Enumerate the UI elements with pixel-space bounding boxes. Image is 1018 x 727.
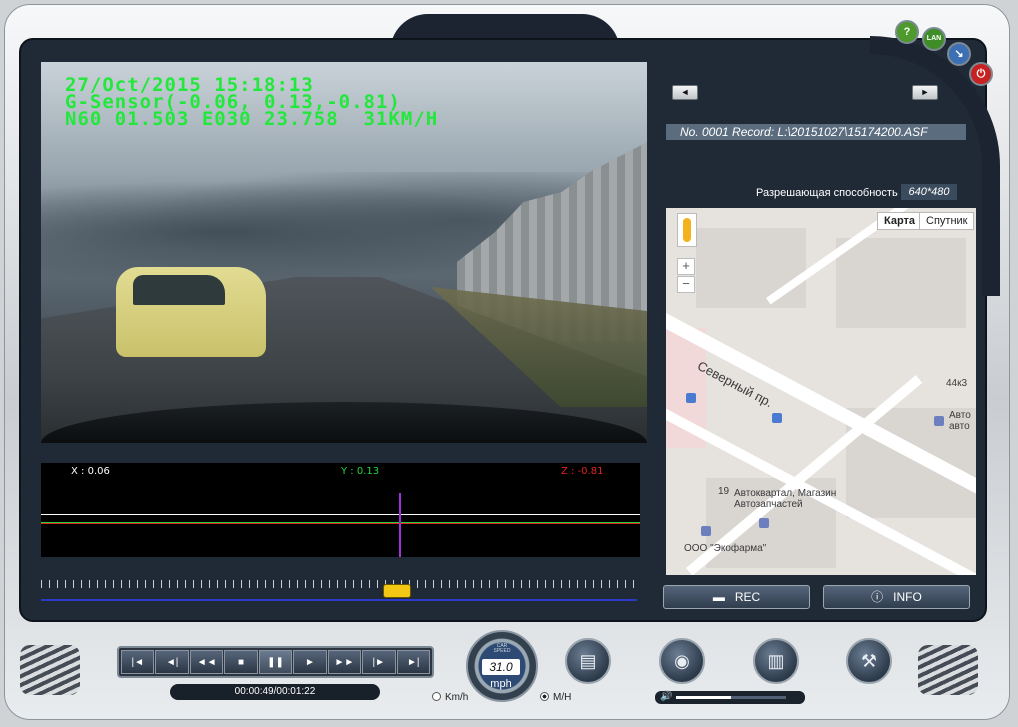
rec-button[interactable]: ▬ REC: [663, 585, 810, 609]
gsensor-y-label: Y : 0.13: [341, 466, 380, 477]
open-folder-button[interactable]: ▤: [565, 638, 611, 684]
map-tab-map[interactable]: Карта: [877, 212, 923, 230]
map-place-label: Автозапчастей: [734, 499, 803, 510]
info-button[interactable]: ⓘ INFO: [823, 585, 970, 609]
speed-value: 31.0: [482, 659, 520, 675]
unit-kmh-label: Km/h: [445, 692, 469, 703]
video-view[interactable]: 27/Oct/2015 15:18:13 G-Sensor(-0.06, 0.1…: [41, 62, 647, 443]
street-view-pegman-icon[interactable]: [677, 213, 697, 247]
speaker-grille-right: [918, 645, 978, 695]
pause-button[interactable]: ❚❚: [258, 650, 293, 674]
map-zoom-in-button[interactable]: +: [677, 258, 695, 275]
arrow-left-icon: ◄: [680, 87, 690, 97]
map-label-19: 19: [718, 486, 730, 497]
map-place-label: ООО "Экофарма": [684, 543, 767, 554]
gsensor-cursor: [399, 493, 401, 557]
volume-fill: [676, 696, 731, 699]
timeline-track: [41, 599, 637, 601]
unit-kmh-radio[interactable]: Km/h: [432, 692, 468, 703]
rewind-button[interactable]: ◄◄: [189, 650, 224, 674]
radio-dot: [432, 692, 441, 701]
arrow-down-icon: ↘: [954, 48, 964, 60]
lan-button[interactable]: LAN: [922, 27, 946, 51]
map-view[interactable]: Карта Спутник + − Северный пр. 44к3 Авто…: [666, 208, 976, 575]
playback-controls: |◄ ◄| ◄◄ ■ ❚❚ ► ►► |► ►|: [117, 646, 434, 678]
gsensor-z-label: Z : -0.81: [561, 466, 604, 477]
printer-icon: ▥: [767, 651, 785, 671]
help-button[interactable]: ?: [895, 20, 919, 44]
map-label-avto: Авто: [949, 410, 971, 421]
print-button[interactable]: ▥: [753, 638, 799, 684]
stop-button[interactable]: ■: [224, 650, 258, 674]
tape-icon: ▬: [712, 590, 725, 604]
play-button[interactable]: ►: [293, 650, 327, 674]
osd-gps-speed: N60 01.503 E030 23.758 31KM/H: [65, 108, 439, 130]
last-button[interactable]: ►|: [396, 650, 430, 674]
settings-button[interactable]: ⚒: [846, 638, 892, 684]
unit-mh-label: M/H: [553, 692, 572, 703]
help-icon: ?: [903, 26, 911, 38]
bus-stop-icon: [772, 413, 782, 423]
rec-label: REC: [734, 590, 761, 604]
shop-icon: [934, 416, 944, 426]
map-place-label: Автоквартал, Магазин: [734, 488, 837, 499]
gsensor-x-label: X : 0.06: [71, 466, 110, 477]
resolution-value: 640*480: [901, 184, 957, 200]
power-icon: ⏻: [976, 68, 986, 80]
first-button[interactable]: |◄: [121, 650, 155, 674]
next-file-button[interactable]: ►: [912, 85, 938, 100]
resolution-label: Разрешающая способность: [756, 187, 898, 199]
shop-icon: [759, 518, 769, 528]
shop-icon: [701, 526, 711, 536]
timeline[interactable]: [41, 572, 637, 602]
speed-unit: mph: [490, 678, 512, 690]
timeline-scrubber[interactable]: [383, 584, 411, 598]
timeline-ticks: [41, 580, 637, 588]
camera-icon: ◉: [674, 651, 690, 671]
map-label-avto2: авто: [949, 421, 970, 432]
folder-icon: ▤: [579, 651, 597, 671]
speaker-icon[interactable]: 🔊: [660, 691, 672, 702]
previous-file-button[interactable]: ◄: [672, 85, 698, 100]
fast-forward-button[interactable]: ►►: [327, 650, 362, 674]
tools-icon: ⚒: [860, 651, 878, 671]
arrow-right-icon: ►: [920, 87, 930, 97]
info-icon: ⓘ: [871, 590, 884, 604]
record-info: No. 0001 Record: L:\20151027\15174200.AS…: [666, 124, 966, 140]
power-button[interactable]: ⏻: [969, 62, 993, 86]
map-zoom-out-button[interactable]: −: [677, 276, 695, 293]
next-frame-button[interactable]: |►: [362, 650, 396, 674]
snapshot-button[interactable]: ◉: [659, 638, 705, 684]
map-block: [836, 238, 966, 328]
video-car-window: [133, 275, 225, 305]
gsensor-graph: X : 0.06 Y : 0.13 Z : -0.81: [41, 463, 640, 557]
gsensor-x-trace: [41, 514, 640, 515]
playback-time: 00:00:49/00:01:22: [170, 684, 380, 700]
gsensor-z-trace: [41, 523, 640, 524]
radio-dot: [540, 692, 549, 701]
speed-caption: CAR SPEED: [493, 643, 511, 654]
unit-mh-radio[interactable]: M/H: [540, 692, 571, 703]
lan-label: LAN: [926, 35, 942, 42]
map-block: [696, 228, 806, 308]
bus-stop-icon: [686, 393, 696, 403]
previous-frame-button[interactable]: ◄|: [155, 650, 189, 674]
speaker-grille-left: [20, 645, 80, 695]
map-tab-satellite[interactable]: Спутник: [919, 212, 975, 230]
map-label-44k3: 44к3: [946, 378, 968, 389]
minimize-button[interactable]: ↘: [947, 42, 971, 66]
info-label: INFO: [893, 590, 922, 604]
